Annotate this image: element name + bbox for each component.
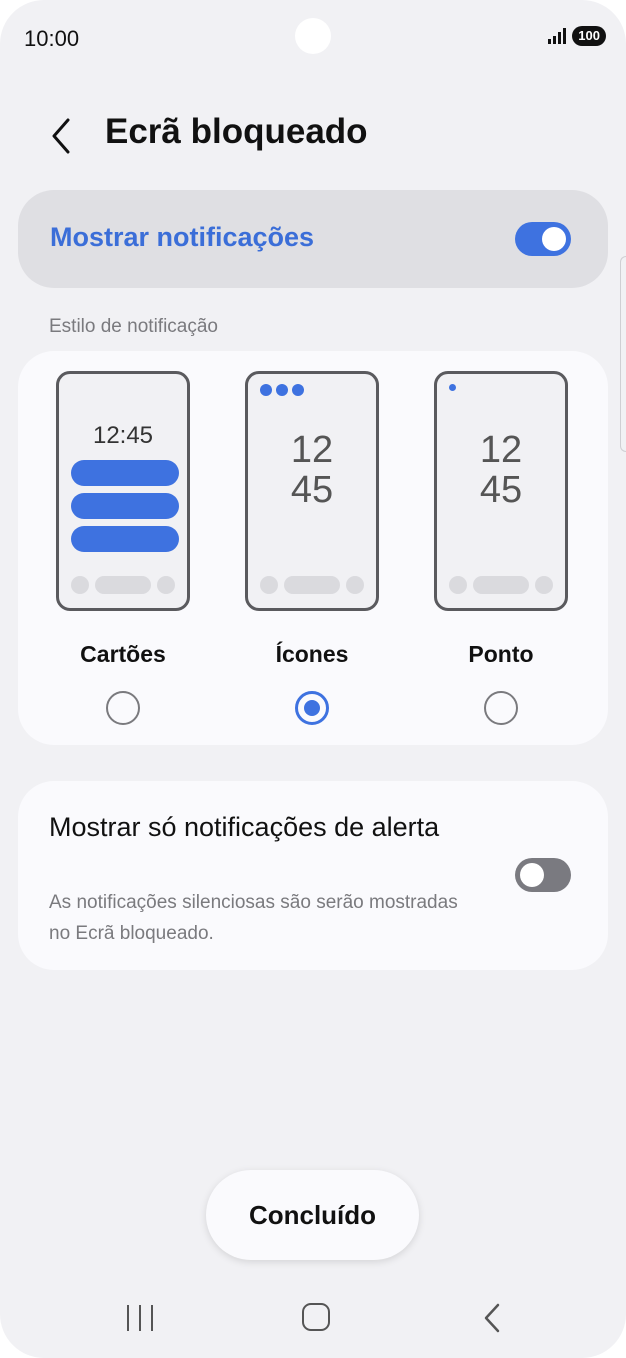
preview-notification-card — [71, 526, 179, 552]
preview-app-icon — [260, 384, 272, 396]
preview-nav-bar — [437, 576, 565, 594]
style-option-label: Ponto — [468, 641, 534, 667]
alert-only-toggle[interactable] — [515, 858, 571, 892]
front-camera — [295, 18, 331, 54]
status-icons: 100 — [548, 26, 606, 46]
back-arrow-icon[interactable] — [46, 116, 78, 156]
lock-screen-settings: 10:00 100 Ecrã bloqueado Mostrar notific… — [0, 0, 626, 1358]
preview-clock-hours: 12 — [290, 429, 334, 471]
page-title: Ecrã bloqueado — [105, 112, 368, 151]
style-option-cards[interactable]: 12:45 Cartões — [56, 371, 190, 726]
signal-icon — [548, 28, 567, 44]
cards-radio[interactable] — [106, 691, 140, 725]
icons-radio[interactable] — [295, 691, 329, 725]
toggle-knob — [542, 227, 566, 251]
preview-app-icon — [276, 384, 288, 396]
toggle-knob — [520, 863, 544, 887]
preview-clock: 12 45 — [437, 430, 565, 510]
scroll-indicator — [620, 256, 626, 452]
style-option-icons[interactable]: 12 45 Ícones — [245, 371, 379, 726]
preview-clock-minutes: 45 — [479, 469, 523, 511]
dot-preview: 12 45 — [434, 371, 568, 611]
preview-notification-card — [71, 493, 179, 519]
show-notifications-row[interactable]: Mostrar notificações — [18, 190, 608, 288]
show-notifications-toggle[interactable] — [515, 222, 571, 256]
style-option-dot[interactable]: 12 45 Ponto — [434, 371, 568, 726]
battery-icon: 100 — [572, 26, 606, 46]
status-time: 10:00 — [24, 26, 80, 51]
alert-only-description: As notificações silenciosas são serão mo… — [49, 892, 458, 944]
preview-clock: 12 45 — [248, 430, 376, 510]
cards-preview: 12:45 — [56, 371, 190, 611]
icons-preview: 12 45 — [245, 371, 379, 611]
dot-radio[interactable] — [484, 691, 518, 725]
preview-clock-hours: 12 — [479, 429, 523, 471]
preview-clock-minutes: 45 — [290, 469, 334, 511]
preview-notification-card — [71, 460, 179, 486]
preview-nav-bar — [59, 576, 187, 594]
home-icon[interactable] — [302, 1303, 330, 1331]
notification-style-card: 12:45 Cartões 12 45 Ícones 12 45 Ponto — [18, 351, 608, 745]
style-option-label: Ícones — [275, 641, 349, 667]
preview-nav-bar — [248, 576, 376, 594]
preview-clock: 12:45 — [92, 422, 154, 449]
show-notifications-label: Mostrar notificações — [50, 222, 315, 252]
recent-apps-icon[interactable] — [127, 1303, 155, 1331]
alert-only-row[interactable]: Mostrar só notificações de alerta As not… — [18, 781, 608, 970]
preview-dot-icon — [449, 384, 456, 391]
preview-app-icon — [292, 384, 304, 396]
alert-only-title: Mostrar só notificações de alerta — [49, 812, 440, 842]
nav-back-icon[interactable] — [480, 1302, 504, 1334]
section-label: Estilo de notificação — [49, 316, 218, 337]
done-button[interactable]: Concluído — [206, 1170, 419, 1260]
style-option-label: Cartões — [80, 641, 166, 667]
